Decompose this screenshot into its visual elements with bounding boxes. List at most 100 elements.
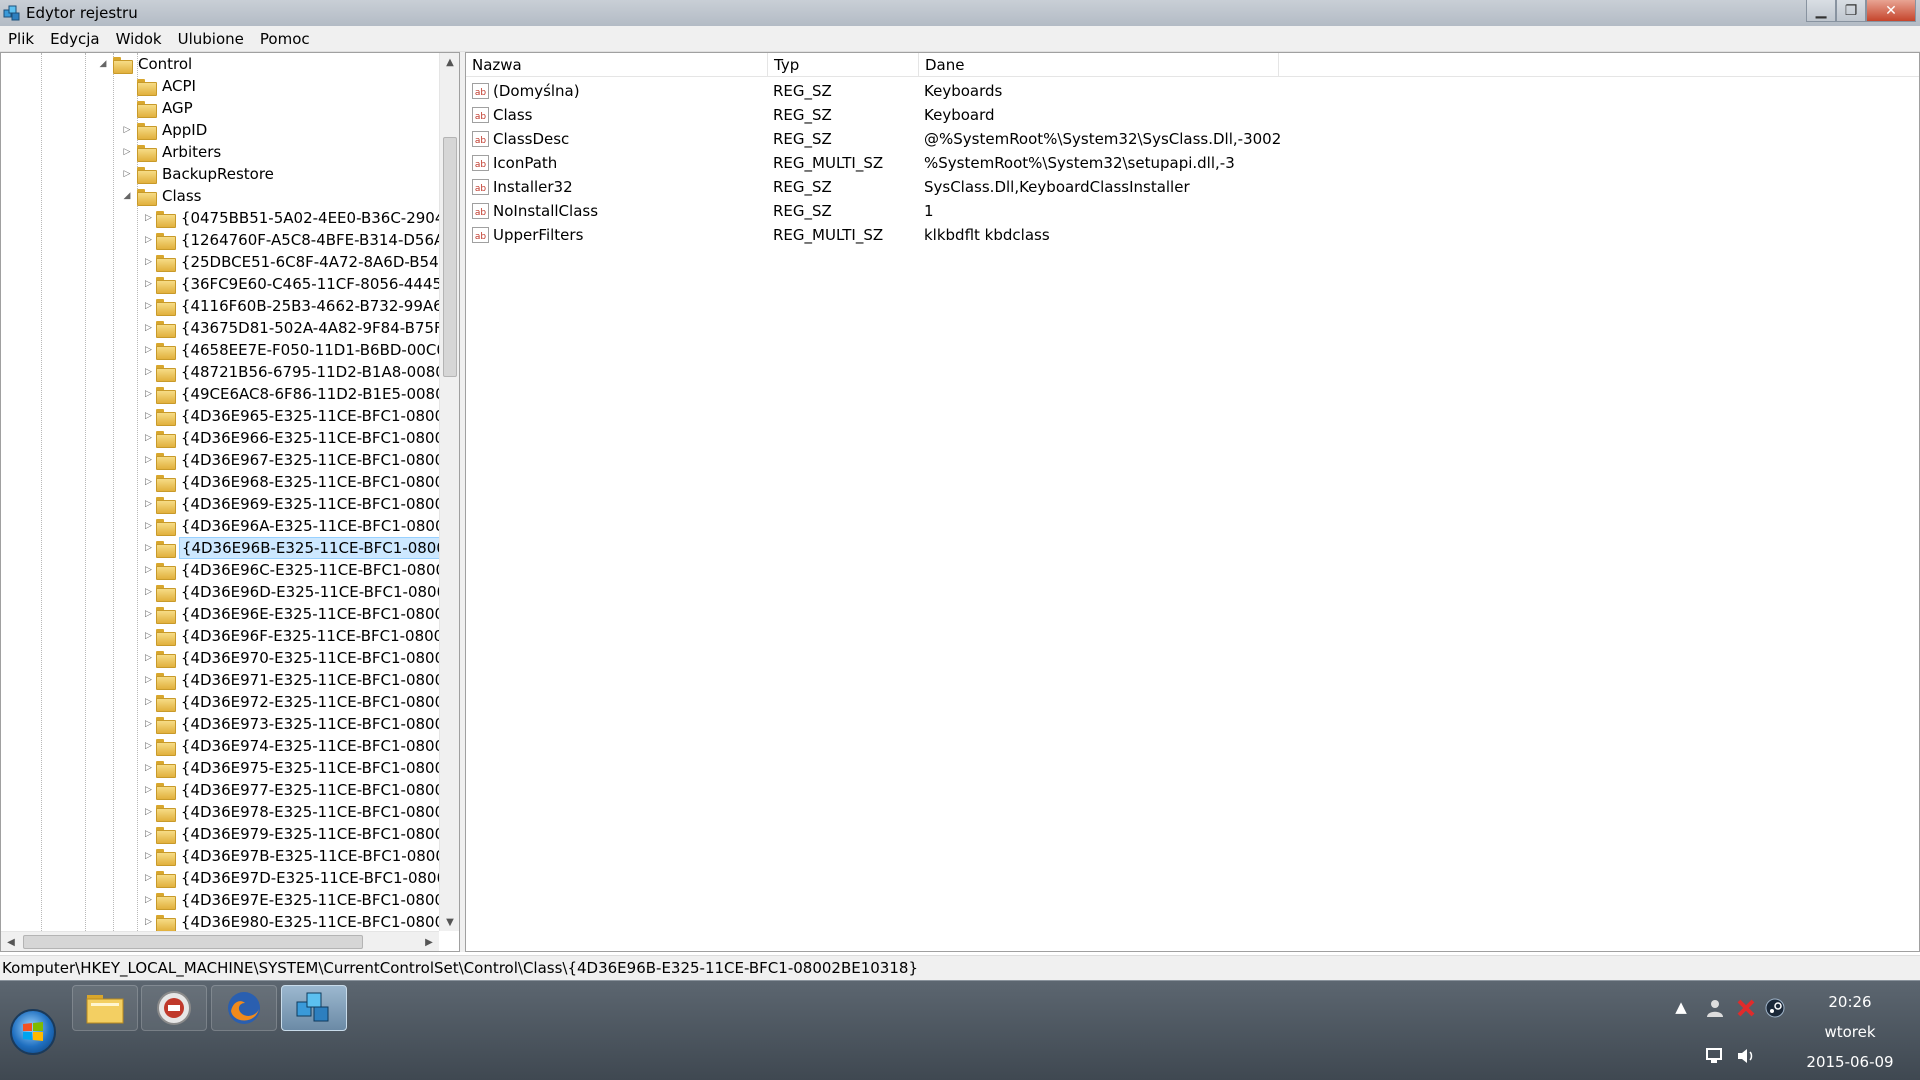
expand-arrow-icon[interactable]: ▷ [145,740,152,752]
value-row[interactable]: ab (Domyślna) REG_SZ Keyboards [466,79,1919,103]
tree-node[interactable]: ▷ {4D36E968-E325-11CE-BFC1-08002BI [1,471,441,493]
scroll-down-icon[interactable]: ▼ [440,913,459,931]
tree-node[interactable]: ▷ {36FC9E60-C465-11CF-8056-4445535 [1,273,441,295]
clock-date[interactable]: 2015-06-09 [1790,1053,1910,1071]
expand-arrow-icon[interactable]: ▷ [145,234,152,246]
expand-arrow-icon[interactable]: ▷ [145,762,152,774]
expand-arrow-icon[interactable]: ▷ [145,520,152,532]
expand-arrow-icon[interactable]: ▷ [145,674,152,686]
expand-arrow-icon[interactable]: ▷ [145,278,152,290]
tree-vertical-scrollbar[interactable]: ▲ ▼ [439,53,459,931]
expand-arrow-icon[interactable]: ▷ [145,344,152,356]
tree-node[interactable]: ▷ {4D36E972-E325-11CE-BFC1-08002BI [1,691,441,713]
tray-security-warning-icon[interactable] [1735,997,1757,1019]
tree-node[interactable]: ◢ Class [1,185,441,207]
tree-node[interactable]: ▷ {4D36E96F-E325-11CE-BFC1-08002BE [1,625,441,647]
value-row[interactable]: ab ClassDesc REG_SZ @%SystemRoot%\System32\… [466,127,1919,151]
scroll-left-icon[interactable]: ◀ [1,932,21,951]
tree-node[interactable]: AGP [1,97,441,119]
collapse-arrow-icon[interactable]: ◢ [97,58,109,70]
expand-arrow-icon[interactable]: ▷ [145,322,152,334]
tree-node[interactable]: ▷ BackupRestore [1,163,441,185]
tree-node[interactable]: ▷ {4D36E974-E325-11CE-BFC1-08002BI [1,735,441,757]
expand-arrow-icon[interactable]: ▷ [145,542,152,554]
tree-node[interactable]: ▷ {4D36E979-E325-11CE-BFC1-08002BI [1,823,441,845]
value-row[interactable]: ab Installer32 REG_SZ SysClass.Dll,Keyboard… [466,175,1919,199]
expand-arrow-icon[interactable]: ▷ [145,652,152,664]
tree-node[interactable]: ▷ {4D36E96E-E325-11CE-BFC1-08002BI [1,603,441,625]
tree-node[interactable]: ▷ {4D36E977-E325-11CE-BFC1-08002BI [1,779,441,801]
expand-arrow-icon[interactable]: ▷ [145,784,152,796]
show-hidden-icons-button[interactable]: ▲ [1672,997,1690,1017]
tree-node[interactable]: ▷ {4D36E96A-E325-11CE-BFC1-08002B [1,515,441,537]
taskbar-firefox[interactable] [211,985,277,1031]
expand-arrow-icon[interactable]: ▷ [145,828,152,840]
tree-horizontal-scroll-thumb[interactable] [23,935,363,949]
tree-node[interactable]: ▷ {0475BB51-5A02-4EE0-B36C-29040FA [1,207,441,229]
column-header-name[interactable]: Nazwa [466,53,768,77]
clock-day[interactable]: wtorek [1790,1023,1910,1041]
tray-user-icon[interactable] [1704,997,1726,1019]
expand-arrow-icon[interactable]: ▷ [145,300,152,312]
taskbar-regedit[interactable] [281,985,347,1031]
value-row[interactable]: ab UpperFilters REG_MULTI_SZ klkbdflt kbdcl… [466,223,1919,247]
expand-arrow-icon[interactable]: ▷ [145,630,152,642]
scroll-right-icon[interactable]: ▶ [419,932,439,951]
expand-arrow-icon[interactable]: ▷ [145,498,152,510]
tree-node[interactable]: ▷ {4D36E970-E325-11CE-BFC1-08002BI [1,647,441,669]
expand-arrow-icon[interactable]: ▷ [145,410,152,422]
expand-arrow-icon[interactable]: ▷ [145,850,152,862]
expand-arrow-icon[interactable]: ▷ [145,476,152,488]
tree-node[interactable]: ▷ {4D36E97B-E325-11CE-BFC1-08002BI [1,845,441,867]
tree-node[interactable]: ▷ {4116F60B-25B3-4662-B732-99A6111 [1,295,441,317]
expand-arrow-icon[interactable]: ▷ [145,586,152,598]
expand-arrow-icon[interactable]: ▷ [145,432,152,444]
tree-node[interactable]: ▷ {4D36E967-E325-11CE-BFC1-08002BI [1,449,441,471]
column-header-data[interactable]: Dane [919,53,1279,77]
tree-vertical-scroll-thumb[interactable] [443,137,457,377]
tree-node[interactable]: ▷ {4D36E975-E325-11CE-BFC1-08002BI [1,757,441,779]
tree-node[interactable]: ▷ {4658EE7E-F050-11D1-B6BD-00C04F [1,339,441,361]
column-header-type[interactable]: Typ [768,53,919,77]
taskbar-media-center[interactable] [141,985,207,1031]
expand-arrow-icon[interactable]: ▷ [145,894,152,906]
expand-arrow-icon[interactable]: ▷ [145,916,152,928]
tree-node[interactable]: ▷ {4D36E97E-E325-11CE-BFC1-08002BI [1,889,441,911]
collapse-arrow-icon[interactable]: ◢ [121,190,133,202]
menu-help[interactable]: Pomoc [252,30,318,48]
tree-node[interactable]: ACPI [1,75,441,97]
tree-node[interactable]: ▷ {4D36E96B-E325-11CE-BFC1-08002BI [1,537,441,559]
tree-node[interactable]: ▷ {48721B56-6795-11D2-B1A8-0080C7 [1,361,441,383]
maximize-button[interactable]: ❐ [1836,0,1866,22]
expand-arrow-icon[interactable]: ▷ [145,454,152,466]
tree-node[interactable]: ▷ AppID [1,119,441,141]
tree-node[interactable]: ▷ {43675D81-502A-4A82-9F84-B75F418 [1,317,441,339]
tree-node[interactable]: ▷ {4D36E980-E325-11CE-BFC1-08002BI [1,911,441,933]
expand-arrow-icon[interactable]: ▷ [121,168,133,180]
tray-network-icon[interactable] [1704,1045,1726,1067]
expand-arrow-icon[interactable]: ▷ [145,366,152,378]
tree-node[interactable]: ▷ {4D36E971-E325-11CE-BFC1-08002BI [1,669,441,691]
close-button[interactable]: ✕ [1866,0,1916,22]
expand-arrow-icon[interactable]: ▷ [145,608,152,620]
minimize-button[interactable]: ▁ [1806,0,1836,22]
tree-node[interactable]: ▷ {49CE6AC8-6F86-11D2-B1E5-0080C7 [1,383,441,405]
menu-favorites[interactable]: Ulubione [170,30,252,48]
expand-arrow-icon[interactable]: ▷ [121,124,133,136]
tree-node[interactable]: ▷ {4D36E978-E325-11CE-BFC1-08002BI [1,801,441,823]
registry-tree[interactable]: ◢ Control ACPI AGP ▷ AppID ▷ Arbiters ▷ BackupRes… [0,52,460,952]
expand-arrow-icon[interactable]: ▷ [145,872,152,884]
expand-arrow-icon[interactable]: ▷ [145,256,152,268]
value-row[interactable]: ab IconPath REG_MULTI_SZ %SystemRoot%\Syste… [466,151,1919,175]
menu-file[interactable]: Plik [0,30,42,48]
value-row[interactable]: ab Class REG_SZ Keyboard [466,103,1919,127]
expand-arrow-icon[interactable]: ▷ [145,388,152,400]
tree-node[interactable]: ▷ {4D36E96C-E325-11CE-BFC1-08002BI [1,559,441,581]
value-row[interactable]: ab NoInstallClass REG_SZ 1 [466,199,1919,223]
taskbar-explorer[interactable] [72,985,138,1031]
expand-arrow-icon[interactable]: ▷ [145,718,152,730]
tree-node[interactable]: ▷ {4D36E96D-E325-11CE-BFC1-08002B [1,581,441,603]
tray-steam-icon[interactable] [1764,997,1786,1019]
expand-arrow-icon[interactable]: ▷ [145,696,152,708]
tree-node[interactable]: ▷ {4D36E973-E325-11CE-BFC1-08002BI [1,713,441,735]
